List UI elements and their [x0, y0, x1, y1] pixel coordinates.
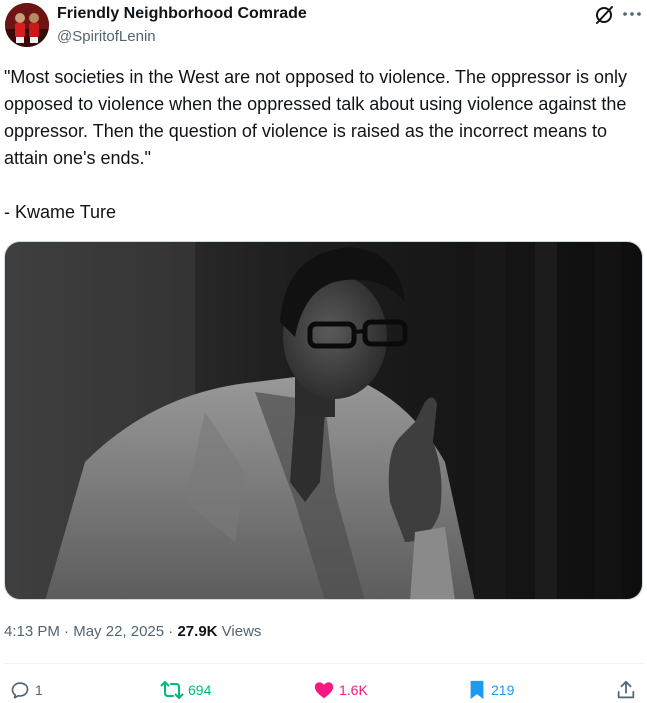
more-icon[interactable]: [620, 2, 644, 26]
tweet-quote: "Most societies in the West are not oppo…: [4, 67, 628, 168]
views-count: 27.9K: [177, 623, 218, 640]
retweet-count: 694: [188, 682, 212, 698]
tweet-date[interactable]: May 22, 2025: [73, 623, 164, 640]
like-count: 1.6K: [339, 682, 368, 698]
tweet: Friendly Neighborhood Comrade @SpiritofL…: [0, 0, 647, 702]
reply-button[interactable]: 1: [9, 677, 43, 703]
like-icon: [314, 682, 334, 699]
tweet-text: "Most societies in the West are not oppo…: [4, 64, 640, 226]
avatar-image: [5, 3, 49, 47]
share-icon: [617, 680, 635, 699]
tweet-photo[interactable]: [4, 241, 643, 600]
meta-separator: ·: [64, 623, 70, 640]
avatar[interactable]: [5, 3, 49, 47]
tweet-attribution: - Kwame Ture: [4, 202, 117, 222]
reply-icon: [11, 682, 29, 699]
tweet-meta: 4:13 PM · May 22, 2025 · 27.9K Views: [4, 623, 261, 640]
retweet-button[interactable]: 694: [160, 677, 211, 703]
photo-image: [5, 242, 642, 599]
bookmark-count: 219: [491, 682, 515, 698]
bookmark-button[interactable]: 219: [467, 677, 514, 703]
divider: [4, 663, 643, 664]
meta-separator: ·: [168, 623, 174, 640]
author-handle[interactable]: @SpiritofLenin: [57, 28, 156, 45]
retweet-icon: [160, 681, 184, 699]
reply-count: 1: [35, 682, 43, 698]
share-button[interactable]: [615, 677, 637, 703]
author-display-name[interactable]: Friendly Neighborhood Comrade: [57, 5, 307, 23]
grok-icon[interactable]: [593, 4, 615, 26]
views-label: Views: [221, 623, 262, 640]
like-button[interactable]: 1.6K: [313, 677, 368, 703]
bookmark-icon: [470, 680, 484, 700]
tweet-time[interactable]: 4:13 PM: [4, 623, 60, 640]
